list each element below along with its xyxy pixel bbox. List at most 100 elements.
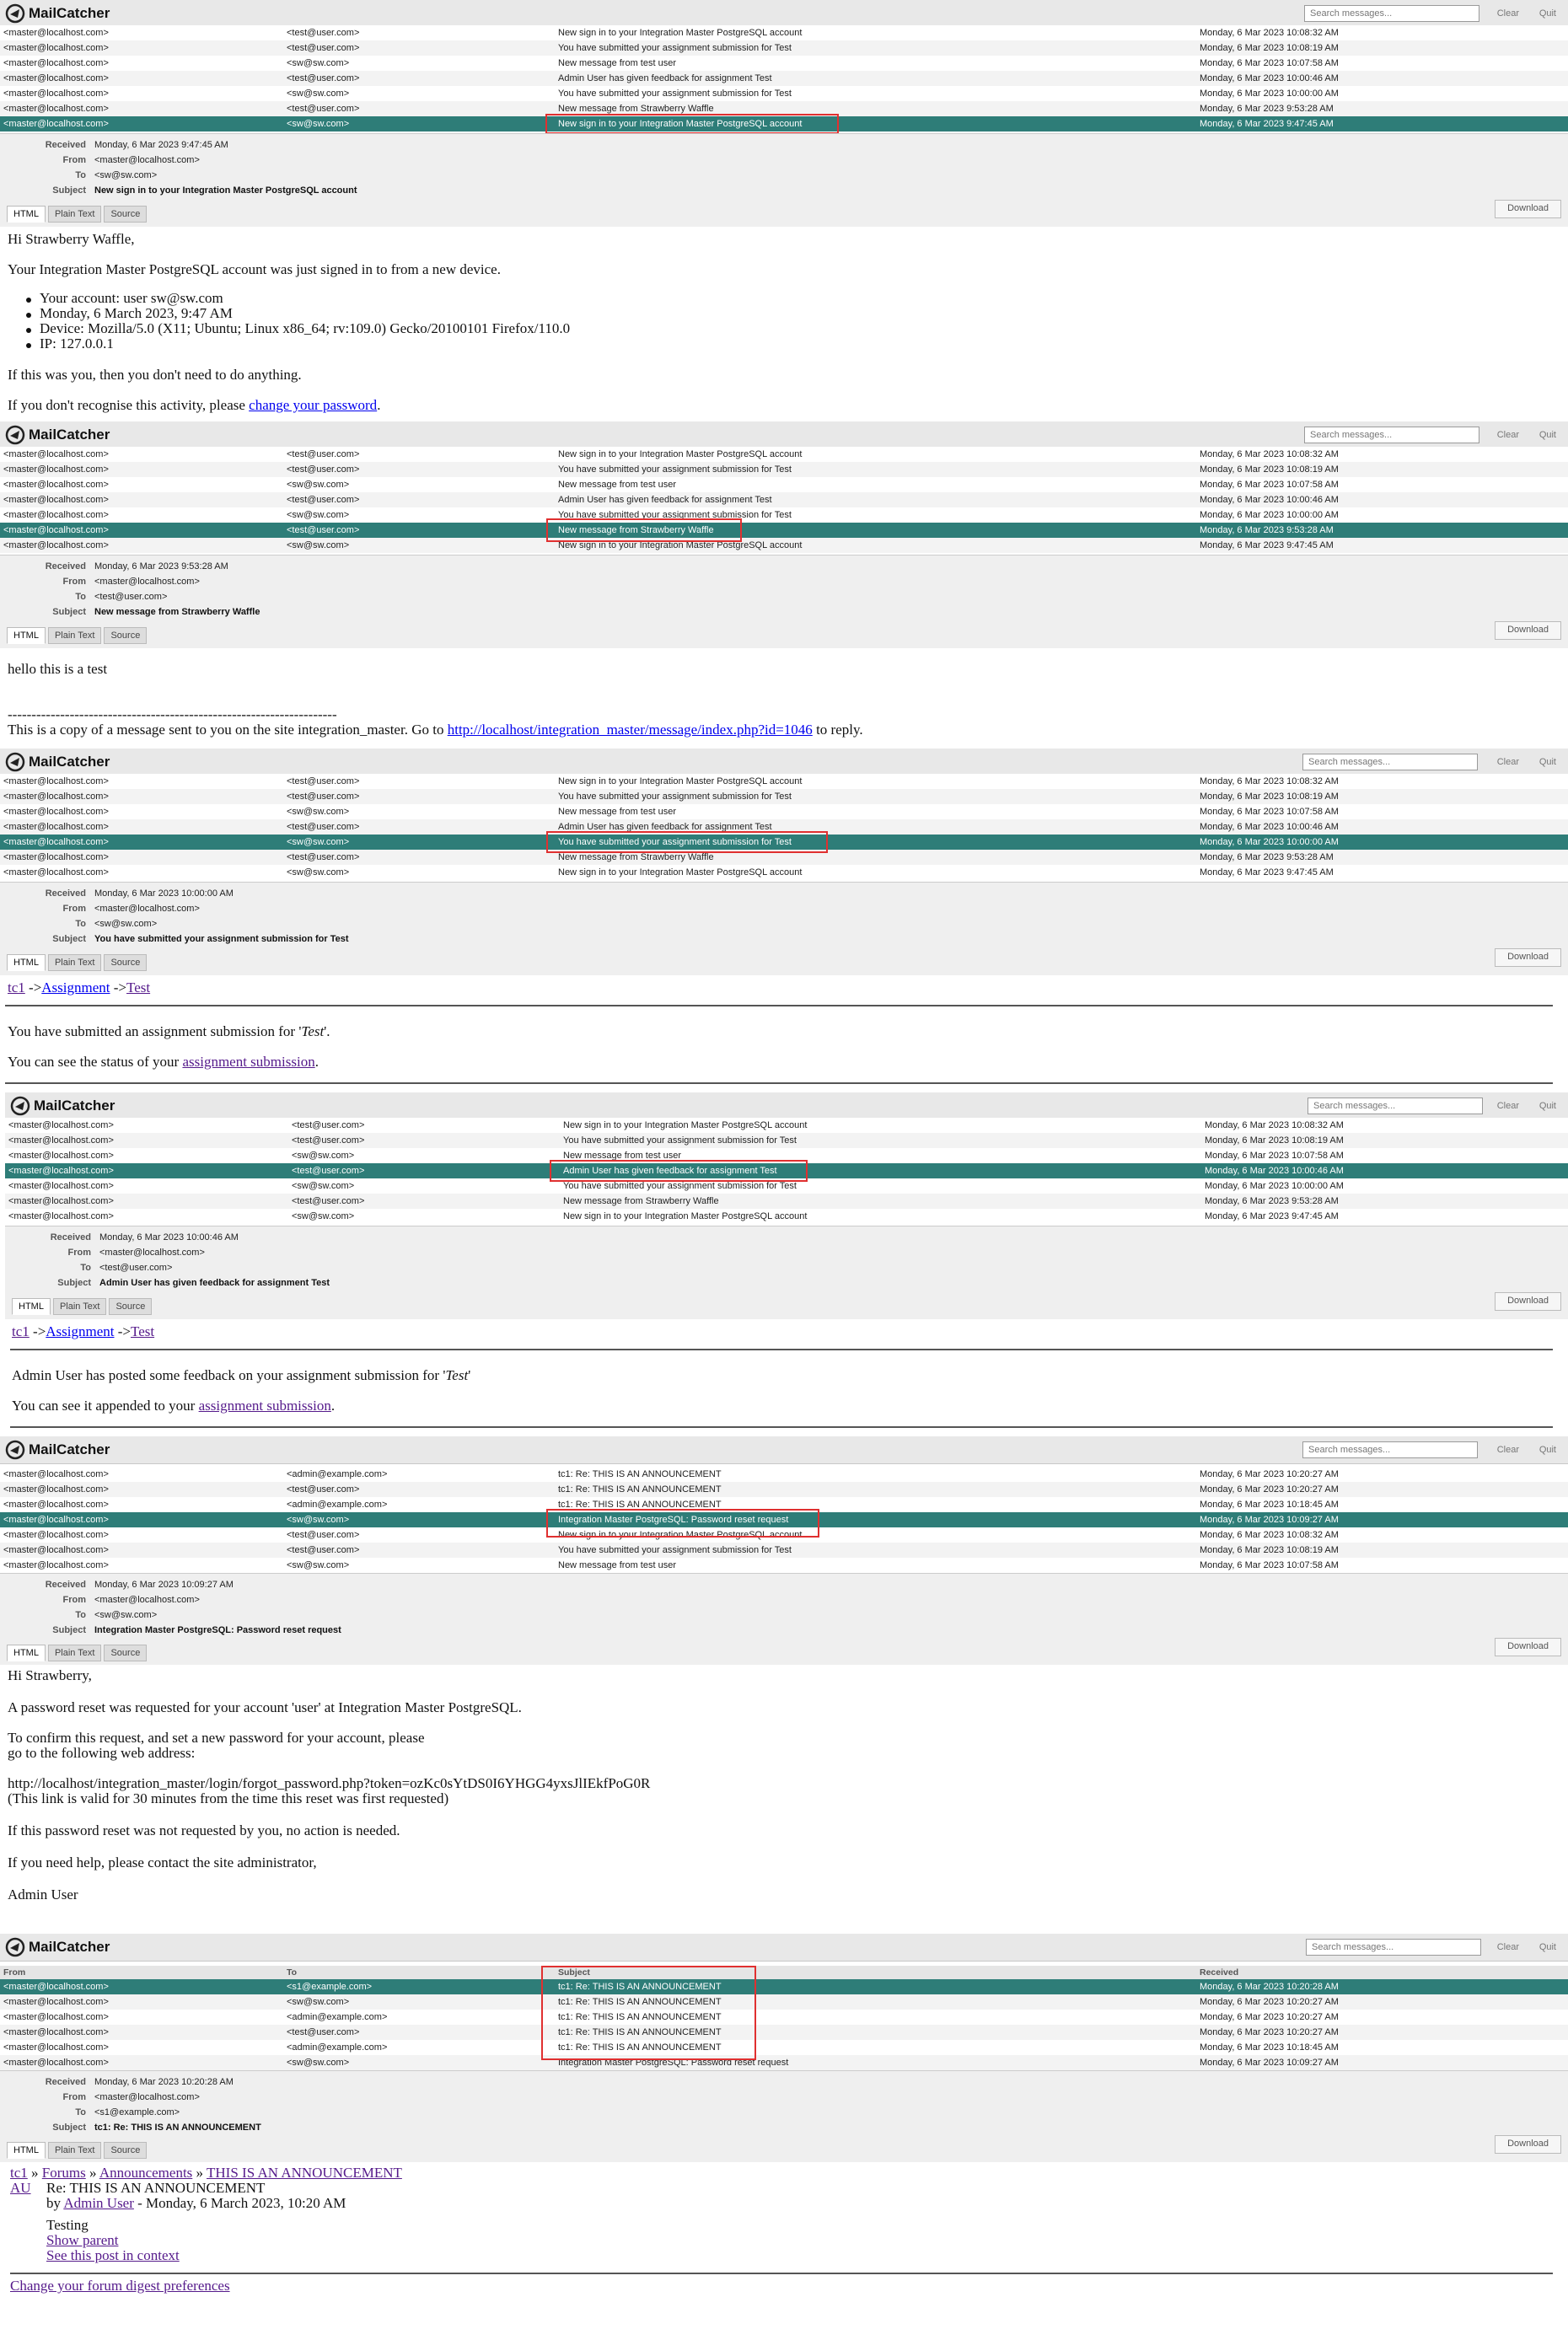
message-row-selected[interactable]: <master@localhost.com> <s1@example.com> tc… <box>0 1979 1568 1994</box>
message-row[interactable]: <master@localhost.com> <test@user.com> New… <box>0 447 1568 462</box>
message-row[interactable]: <master@localhost.com> <test@user.com> New… <box>0 101 1568 116</box>
download-button[interactable]: Download <box>1495 200 1561 218</box>
message-row-selected[interactable]: <master@localhost.com> <sw@sw.com> Integra… <box>0 1512 1568 1527</box>
download-button[interactable]: Download <box>1495 948 1561 967</box>
message-row[interactable]: <master@localhost.com> <test@user.com> You… <box>0 462 1568 477</box>
message-row[interactable]: <master@localhost.com> <test@user.com> Adm… <box>0 71 1568 86</box>
tab-plain-text[interactable]: Plain Text <box>47 1645 102 1661</box>
breadcrumb-assignment-link[interactable]: Assignment <box>46 1323 114 1339</box>
breadcrumb-discussion-link[interactable]: THIS IS AN ANNOUNCEMENT <box>207 2165 402 2181</box>
tab-plain-text[interactable]: Plain Text <box>52 1298 107 1315</box>
breadcrumb-test-link[interactable]: Test <box>131 1323 154 1339</box>
column-to[interactable]: To <box>287 1966 548 1979</box>
column-received[interactable]: Received <box>1200 1966 1554 1979</box>
quit-button[interactable]: Quit <box>1534 5 1561 22</box>
search-input[interactable] <box>1302 754 1478 770</box>
message-row[interactable]: <master@localhost.com> <sw@sw.com> You hav… <box>0 86 1568 101</box>
message-row-selected[interactable]: <master@localhost.com> <test@user.com> New… <box>0 523 1568 538</box>
tab-source[interactable]: Source <box>104 1645 148 1661</box>
tab-plain-text[interactable]: Plain Text <box>47 954 102 971</box>
tab-plain-text[interactable]: Plain Text <box>47 627 102 644</box>
clear-button[interactable]: Clear <box>1492 1939 1524 1956</box>
clear-button[interactable]: Clear <box>1492 1098 1524 1114</box>
message-row[interactable]: <master@localhost.com> <sw@sw.com> New sig… <box>0 538 1568 553</box>
message-row[interactable]: <master@localhost.com> <test@user.com> Adm… <box>0 819 1568 835</box>
tab-html[interactable]: HTML <box>7 1645 46 1661</box>
message-row[interactable]: <master@localhost.com> <admin@example.com… <box>0 1497 1568 1512</box>
message-row[interactable]: <master@localhost.com> <sw@sw.com> New sig… <box>5 1209 1568 1224</box>
message-row-selected[interactable]: <master@localhost.com> <test@user.com> Adm… <box>5 1163 1568 1178</box>
tab-html[interactable]: HTML <box>7 206 46 223</box>
breadcrumb-announcements-link[interactable]: Announcements <box>99 2165 192 2181</box>
quit-button[interactable]: Quit <box>1534 427 1561 443</box>
tab-plain-text[interactable]: Plain Text <box>47 2142 102 2159</box>
message-row[interactable]: <master@localhost.com> <test@user.com> New… <box>0 850 1568 865</box>
breadcrumb-assignment-link[interactable]: Assignment <box>41 979 110 996</box>
message-row[interactable]: <master@localhost.com> <sw@sw.com> tc1: Re… <box>0 1994 1568 2010</box>
download-button[interactable]: Download <box>1495 2135 1561 2154</box>
tab-source[interactable]: Source <box>104 627 148 644</box>
message-row[interactable]: <master@localhost.com> <sw@sw.com> New mes… <box>0 1558 1568 1573</box>
message-row[interactable]: <master@localhost.com> <sw@sw.com> New sig… <box>0 865 1568 880</box>
search-input[interactable] <box>1304 427 1479 443</box>
show-parent-link[interactable]: Show parent <box>46 2232 118 2249</box>
message-row[interactable]: <master@localhost.com> <sw@sw.com> New mes… <box>5 1148 1568 1163</box>
search-input[interactable] <box>1302 1441 1478 1458</box>
message-row[interactable]: <master@localhost.com> <test@user.com> You… <box>0 789 1568 804</box>
breadcrumb-course-link[interactable]: tc1 <box>12 1323 30 1339</box>
message-row-selected[interactable]: <master@localhost.com> <sw@sw.com> You hav… <box>0 835 1568 850</box>
tab-html[interactable]: HTML <box>7 627 46 644</box>
quit-button[interactable]: Quit <box>1534 1939 1561 1956</box>
message-row[interactable]: <master@localhost.com> <test@user.com> New… <box>5 1118 1568 1133</box>
tab-source[interactable]: Source <box>109 1298 153 1315</box>
quit-button[interactable]: Quit <box>1534 754 1561 770</box>
column-from[interactable]: From <box>3 1966 282 1979</box>
breadcrumb-test-link[interactable]: Test <box>126 979 150 996</box>
message-row[interactable]: <master@localhost.com> <admin@example.com… <box>0 2040 1568 2055</box>
message-row[interactable]: <master@localhost.com> <admin@example.com… <box>0 1467 1568 1482</box>
message-row[interactable]: <master@localhost.com> <sw@sw.com> New mes… <box>0 804 1568 819</box>
tab-source[interactable]: Source <box>104 954 148 971</box>
message-row[interactable]: <master@localhost.com> <admin@example.com… <box>0 2010 1568 2025</box>
message-link[interactable]: http://localhost/integration_master/mess… <box>448 722 813 738</box>
message-row[interactable]: <master@localhost.com> <test@user.com> New… <box>0 1527 1568 1543</box>
message-row[interactable]: <master@localhost.com> <sw@sw.com> New mes… <box>0 56 1568 71</box>
message-row[interactable]: <master@localhost.com> <sw@sw.com> You hav… <box>0 507 1568 523</box>
tab-html[interactable]: HTML <box>7 954 46 971</box>
breadcrumb-course-link[interactable]: tc1 <box>10 2165 28 2181</box>
message-row[interactable]: <master@localhost.com> <sw@sw.com> You hav… <box>5 1178 1568 1194</box>
avatar[interactable]: AU <box>10 2180 31 2197</box>
message-row[interactable]: <master@localhost.com> <test@user.com> New… <box>5 1194 1568 1209</box>
message-row[interactable]: <master@localhost.com> <test@user.com> You… <box>0 40 1568 56</box>
tab-html[interactable]: HTML <box>12 1298 51 1315</box>
tab-html[interactable]: HTML <box>7 2142 46 2159</box>
message-row[interactable]: <master@localhost.com> <sw@sw.com> Integra… <box>0 2055 1568 2070</box>
assignment-submission-link[interactable]: assignment submission <box>182 1054 314 1070</box>
quit-button[interactable]: Quit <box>1534 1441 1561 1458</box>
assignment-submission-link[interactable]: assignment submission <box>199 1398 331 1414</box>
download-button[interactable]: Download <box>1495 621 1561 640</box>
clear-button[interactable]: Clear <box>1492 427 1524 443</box>
change-password-link[interactable]: change your password <box>249 397 377 413</box>
message-row[interactable]: <master@localhost.com> <sw@sw.com> New mes… <box>0 477 1568 492</box>
message-row[interactable]: <master@localhost.com> <test@user.com> New… <box>0 25 1568 40</box>
see-context-link[interactable]: See this post in context <box>46 2247 180 2264</box>
message-row-selected[interactable]: <master@localhost.com> <sw@sw.com> New sig… <box>0 116 1568 131</box>
clear-button[interactable]: Clear <box>1492 754 1524 770</box>
message-row[interactable]: <master@localhost.com> <test@user.com> tc1… <box>0 1482 1568 1497</box>
download-button[interactable]: Download <box>1495 1292 1561 1311</box>
message-row[interactable]: <master@localhost.com> <test@user.com> You… <box>0 1543 1568 1558</box>
message-row[interactable]: <master@localhost.com> <test@user.com> Adm… <box>0 492 1568 507</box>
column-subject[interactable]: Subject <box>558 1966 1199 1979</box>
author-link[interactable]: Admin User <box>63 2195 134 2211</box>
tab-source[interactable]: Source <box>104 206 148 223</box>
quit-button[interactable]: Quit <box>1534 1098 1561 1114</box>
clear-button[interactable]: Clear <box>1492 5 1524 22</box>
search-input[interactable] <box>1304 5 1479 22</box>
tab-source[interactable]: Source <box>104 2142 148 2159</box>
clear-button[interactable]: Clear <box>1492 1441 1524 1458</box>
download-button[interactable]: Download <box>1495 1638 1561 1656</box>
breadcrumb-forums-link[interactable]: Forums <box>42 2165 86 2181</box>
message-row[interactable]: <master@localhost.com> <test@user.com> tc1… <box>0 2025 1568 2040</box>
message-row[interactable]: <master@localhost.com> <test@user.com> New… <box>0 774 1568 789</box>
